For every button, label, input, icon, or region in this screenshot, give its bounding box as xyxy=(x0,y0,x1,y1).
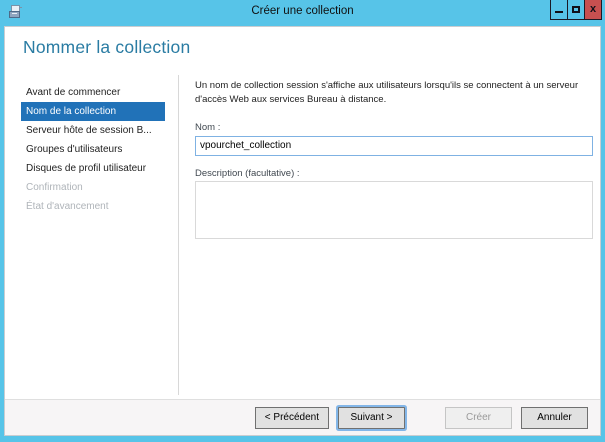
wizard-window: Créer une collection x Nommer la collect… xyxy=(0,0,605,442)
sidebar-item-disques-profil[interactable]: Disques de profil utilisateur xyxy=(21,159,165,178)
sidebar-item-etat-avancement: État d'avancement xyxy=(26,201,109,212)
collection-name-input[interactable] xyxy=(195,135,593,156)
close-button[interactable]: x xyxy=(584,0,602,20)
wizard-client-area: Nommer la collection Avant de commencer … xyxy=(4,26,601,436)
create-button: Créer xyxy=(445,406,512,429)
minimize-button[interactable] xyxy=(550,0,568,20)
window-controls: x xyxy=(550,0,602,20)
wizard-content: Un nom de collection session s'affiche a… xyxy=(195,79,593,244)
page-title: Nommer la collection xyxy=(23,37,191,57)
sidebar-item-groupes-utilisateurs[interactable]: Groupes d'utilisateurs xyxy=(21,140,165,159)
cancel-button[interactable]: Annuler xyxy=(521,406,588,429)
description-field-label: Description (facultative) : xyxy=(195,167,300,179)
window-title: Créer une collection xyxy=(251,5,354,17)
minimize-icon xyxy=(555,11,563,13)
sidebar-item-nom-de-la-collection[interactable]: Nom de la collection xyxy=(21,102,165,121)
previous-button[interactable]: < Précédent xyxy=(254,406,329,429)
maximize-button[interactable] xyxy=(567,0,585,20)
maximize-icon xyxy=(572,6,580,13)
collection-description-textarea[interactable] xyxy=(195,180,593,239)
next-button[interactable]: Suivant > xyxy=(338,406,405,429)
wizard-steps-sidebar: Avant de commencer Nom de la collection … xyxy=(21,83,165,216)
close-icon: x xyxy=(589,3,597,15)
collection-name-description-text: Un nom de collection session s'affiche a… xyxy=(195,80,579,105)
sidebar-item-confirmation: Confirmation xyxy=(26,182,83,193)
wizard-footer: < Précédent Suivant > Créer Annuler xyxy=(5,399,600,435)
name-field-label: Nom : xyxy=(195,122,221,133)
titlebar: Créer une collection x xyxy=(0,0,605,26)
sidebar-divider xyxy=(178,75,179,395)
sidebar-item-avant-de-commencer[interactable]: Avant de commencer xyxy=(21,83,165,102)
sidebar-item-serveur-hote[interactable]: Serveur hôte de session B... xyxy=(21,121,165,140)
